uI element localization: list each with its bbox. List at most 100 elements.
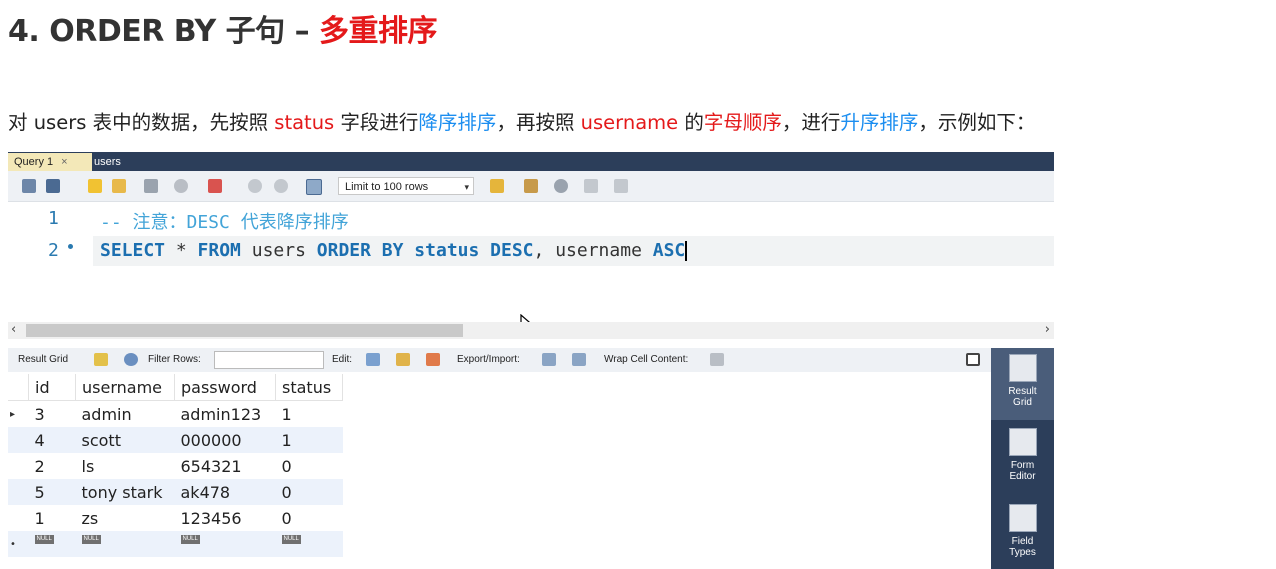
cell-username[interactable]: zs — [76, 505, 175, 531]
refresh-icon[interactable] — [124, 353, 138, 366]
intro-text: 的 — [678, 111, 704, 134]
cell-status[interactable]: 0 — [276, 505, 343, 531]
execute-icon[interactable] — [88, 179, 102, 193]
cell-password[interactable]: admin123 — [175, 401, 276, 428]
sql-keyword: SELECT — [100, 240, 166, 261]
statement-marker-icon — [68, 244, 73, 249]
column-header[interactable]: id — [28, 374, 76, 401]
sql-text: * — [165, 240, 198, 261]
row-marker-header — [8, 374, 29, 401]
invisible-chars-icon[interactable] — [584, 179, 598, 193]
export-import-label: Export/Import: — [457, 354, 520, 365]
cell-id[interactable]: 3 — [29, 401, 76, 428]
delete-row-icon[interactable] — [426, 353, 440, 366]
beautify-icon[interactable] — [524, 179, 538, 193]
tab-users[interactable]: users — [88, 153, 127, 171]
cell-password[interactable]: ak478 — [174, 479, 276, 505]
cell-password[interactable]: 123456 — [175, 505, 276, 531]
edit-row-icon[interactable] — [366, 353, 380, 366]
table-row[interactable]: 4 scott 000000 1 — [8, 427, 343, 453]
result-grid-label: Result Grid — [18, 354, 69, 365]
cell-username[interactable]: scott — [75, 427, 175, 453]
sql-keyword: DESC — [490, 240, 534, 261]
column-header[interactable]: username — [75, 374, 175, 401]
page-title: 4. ORDER BY 子句 – 多重排序 — [8, 6, 438, 50]
stop-icon[interactable] — [174, 179, 188, 193]
export-icon[interactable] — [542, 353, 556, 366]
side-label: Types — [1009, 547, 1036, 558]
commit-icon[interactable] — [248, 179, 262, 193]
cell-password[interactable]: 654321 — [175, 453, 276, 479]
open-folder-icon[interactable] — [22, 179, 36, 193]
wrap-lines-icon[interactable] — [614, 179, 628, 193]
cell-id[interactable]: 4 — [28, 427, 76, 453]
cell-id[interactable]: 1 — [29, 505, 76, 531]
cell-username[interactable]: tony stark — [75, 479, 175, 505]
cell-id[interactable]: NULL — [28, 531, 76, 557]
cell-password[interactable]: 000000 — [174, 427, 276, 453]
table-row[interactable]: 2 ls 654321 0 — [8, 453, 343, 479]
row-marker — [8, 427, 29, 453]
table-row[interactable]: ▸ 3 admin admin123 1 — [8, 401, 343, 428]
column-header[interactable]: status — [275, 374, 343, 401]
execute-current-icon[interactable] — [112, 179, 126, 193]
side-label: Grid — [1013, 397, 1032, 408]
toggle-errors-icon[interactable] — [208, 179, 222, 193]
horizontal-scrollbar[interactable]: ‹ › — [8, 322, 1054, 339]
autocommit-icon[interactable] — [306, 179, 322, 195]
star-icon[interactable] — [490, 179, 504, 193]
add-row-icon[interactable] — [396, 353, 410, 366]
cell-status[interactable]: 0 — [276, 453, 343, 479]
explain-icon[interactable] — [144, 179, 158, 193]
side-label: Editor — [1009, 471, 1036, 482]
wrap-cell-icon[interactable] — [710, 353, 724, 366]
cell-username[interactable]: ls — [76, 453, 175, 479]
row-marker — [8, 479, 29, 505]
sql-text: status — [403, 240, 491, 261]
close-icon[interactable]: × — [61, 156, 67, 168]
form-editor-button[interactable]: Form Editor — [991, 422, 1054, 494]
cell-password[interactable]: NULL — [174, 531, 276, 557]
table-row[interactable]: 5 tony stark ak478 0 — [8, 479, 343, 505]
cell-username[interactable]: NULL — [75, 531, 175, 557]
scrollbar-thumb[interactable] — [26, 324, 463, 337]
intro-paragraph: 对 users 表中的数据，先按照 status 字段进行降序排序，再按照 us… — [8, 106, 1035, 135]
column-header[interactable]: password — [174, 374, 276, 401]
null-badge: NULL — [180, 534, 200, 544]
side-label: Form — [1010, 460, 1035, 471]
result-grid-button[interactable]: Result Grid — [991, 348, 1054, 420]
intro-asc: 升序排序 — [840, 111, 919, 134]
new-row[interactable]: • NULL NULL NULL NULL — [8, 531, 343, 557]
tab-query-1[interactable]: Query 1 × — [8, 153, 92, 171]
intro-alpha: 字母顺序 — [703, 111, 782, 134]
query-toolbar: Limit to 100 rows ▾ — [8, 171, 1054, 202]
row-marker — [8, 505, 29, 531]
intro-text: ，示例如下： — [918, 111, 1036, 134]
line-number: 2 — [48, 240, 59, 261]
save-icon[interactable] — [46, 179, 60, 193]
cell-status[interactable]: 1 — [276, 401, 343, 428]
null-badge: NULL — [34, 534, 54, 544]
cell-status[interactable]: NULL — [275, 531, 343, 557]
toggle-panel-icon[interactable] — [966, 353, 980, 366]
tab-label: Query 1 — [14, 156, 54, 168]
cell-id[interactable]: 5 — [28, 479, 76, 505]
limit-rows-select[interactable]: Limit to 100 rows ▾ — [338, 177, 474, 195]
field-types-button[interactable]: Field Types — [991, 498, 1054, 569]
cell-username[interactable]: admin — [76, 401, 175, 428]
search-icon[interactable] — [554, 179, 568, 193]
table-row[interactable]: 1 zs 123456 0 — [8, 505, 343, 531]
cell-status[interactable]: 1 — [275, 427, 343, 453]
grid-icon[interactable] — [94, 353, 108, 366]
import-icon[interactable] — [572, 353, 586, 366]
scroll-left-icon[interactable]: ‹ — [11, 322, 16, 337]
rollback-icon[interactable] — [274, 179, 288, 193]
scroll-right-icon[interactable]: › — [1045, 322, 1050, 337]
filter-rows-input[interactable] — [214, 351, 324, 369]
sql-statement-line: SELECT * FROM users ORDER BY status DESC… — [100, 240, 688, 261]
sql-keyword: ORDER BY — [316, 240, 404, 261]
sql-editor[interactable]: 1 -- 注意：DESC 代表降序排序 2 SELECT * FROM user… — [8, 202, 1054, 339]
new-row-marker-icon: • — [8, 531, 29, 557]
cell-id[interactable]: 2 — [29, 453, 76, 479]
cell-status[interactable]: 0 — [275, 479, 343, 505]
